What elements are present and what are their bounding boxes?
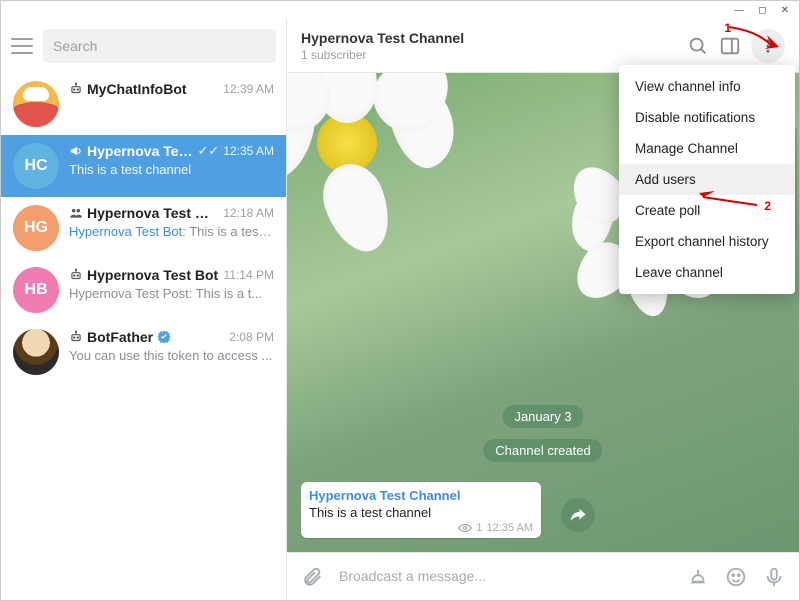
voice-message-button[interactable] (763, 566, 785, 588)
search-in-chat-button[interactable] (687, 35, 709, 57)
chat-preview: This is a test channel (69, 162, 274, 177)
bot-icon (69, 330, 83, 344)
chat-list-item[interactable]: MyChatInfoBot 12:39 AM (1, 73, 286, 135)
sidebar: MyChatInfoBot 12:39 AM HC (1, 19, 287, 600)
eye-icon (458, 523, 472, 533)
read-check-icon: ✓✓ (198, 143, 220, 159)
chat-name: Hypernova Test Bot (87, 267, 220, 283)
titlebar: — ◻ ✕ (1, 1, 799, 19)
message-bubble[interactable]: Hypernova Test Channel This is a test ch… (301, 482, 541, 538)
more-options-button[interactable] (751, 29, 785, 63)
bot-icon (69, 268, 83, 282)
window-close-button[interactable]: ✕ (781, 5, 789, 16)
group-icon (69, 206, 83, 220)
avatar (13, 81, 59, 127)
chat-time: 12:35 AM (223, 144, 274, 158)
chat-list-item[interactable]: HB Hypernova Test Bot 11:14 PM Hypernova… (1, 259, 286, 321)
app-window: — ◻ ✕ (0, 0, 800, 601)
chat-name: BotFather (87, 329, 153, 345)
chat-name: Hypernova Tes... (87, 143, 194, 159)
menu-item-add-users[interactable]: Add users (619, 164, 795, 195)
emoji-button[interactable] (725, 566, 747, 588)
window-minimize-button[interactable]: — (734, 5, 744, 16)
menu-item-create-poll[interactable]: Create poll (619, 195, 795, 226)
chat-preview (69, 100, 274, 115)
chat-list-item[interactable]: HC Hypernova Tes... ✓✓ 12:35 AM This is … (1, 135, 286, 197)
menu-item-export-history[interactable]: Export channel history (619, 226, 795, 257)
chat-list[interactable]: MyChatInfoBot 12:39 AM HC (1, 73, 286, 600)
chat-preview: Hypernova Test Bot: This is a test ... (69, 224, 274, 239)
search-input[interactable] (43, 29, 276, 63)
window-maximize-button[interactable]: ◻ (758, 5, 766, 16)
menu-item-disable-notifications[interactable]: Disable notifications (619, 102, 795, 133)
chat-list-item[interactable]: HG Hypernova Test Gr... 12:18 AM Hyperno… (1, 197, 286, 259)
menu-item-view-info[interactable]: View channel info (619, 71, 795, 102)
avatar (13, 329, 59, 375)
main-panel: Hypernova Test Channel 1 subscriber (287, 19, 799, 600)
more-options-menu: View channel info Disable notifications … (619, 65, 795, 294)
attach-button[interactable] (301, 566, 323, 588)
composer (287, 552, 799, 600)
hamburger-menu-button[interactable] (11, 38, 33, 54)
message-meta: 1 12:35 AM (309, 522, 533, 534)
avatar: HB (13, 267, 59, 313)
date-badge: January 3 (502, 405, 583, 428)
message-input[interactable] (339, 568, 671, 586)
menu-item-leave-channel[interactable]: Leave channel (619, 257, 795, 288)
verified-icon (157, 330, 171, 344)
message-sender: Hypernova Test Channel (309, 488, 533, 503)
bot-icon (69, 82, 83, 96)
chat-time: 12:18 AM (223, 206, 274, 220)
message-views: 1 (476, 522, 482, 534)
avatar: HC (13, 143, 59, 189)
chat-name: Hypernova Test Gr... (87, 205, 219, 221)
mute-toggle-button[interactable] (687, 566, 709, 588)
share-button[interactable] (561, 498, 595, 532)
sidebar-toggle-button[interactable] (719, 35, 741, 57)
chat-time: 12:39 AM (223, 82, 274, 96)
message-text: This is a test channel (309, 505, 533, 520)
chat-title-block[interactable]: Hypernova Test Channel 1 subscriber (301, 30, 677, 62)
service-message: Channel created (483, 439, 602, 462)
message-time: 12:35 AM (487, 522, 533, 534)
chat-list-item[interactable]: BotFather 2:08 PM You can use this token… (1, 321, 286, 383)
chat-preview: Hypernova Test Post: This is a t... (69, 286, 274, 301)
menu-item-manage-channel[interactable]: Manage Channel (619, 133, 795, 164)
megaphone-icon (69, 144, 83, 158)
chat-preview: You can use this token to access ... (69, 348, 274, 363)
chat-time: 11:14 PM (224, 268, 274, 282)
chat-time: 2:08 PM (229, 330, 274, 344)
chat-name: MyChatInfoBot (87, 81, 219, 97)
avatar: HG (13, 205, 59, 251)
chat-title: Hypernova Test Channel (301, 30, 677, 46)
chat-subtitle: 1 subscriber (301, 48, 677, 62)
app-body: MyChatInfoBot 12:39 AM HC (1, 19, 799, 600)
